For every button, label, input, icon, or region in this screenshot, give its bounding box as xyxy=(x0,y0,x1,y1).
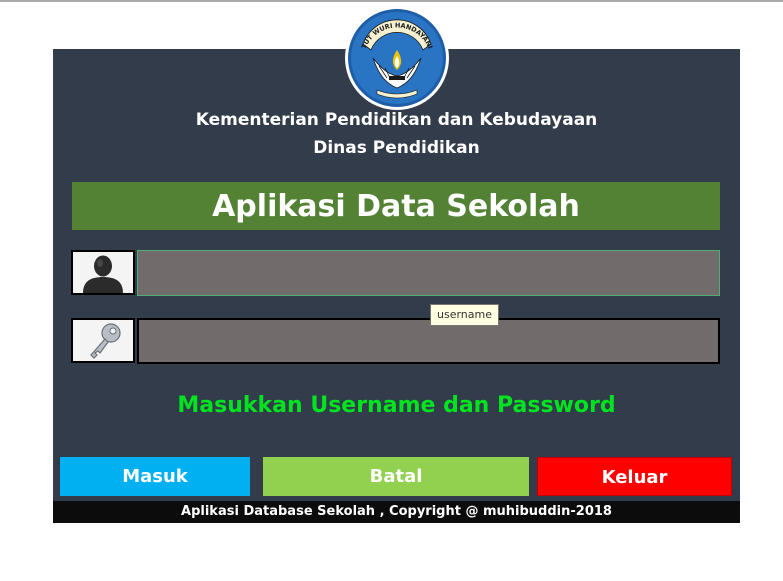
tut-wuri-handayani-logo: TUT WURI HANDAYANI xyxy=(345,6,449,110)
login-prompt: Masukkan Username dan Password xyxy=(177,393,616,418)
username-icon-box xyxy=(71,250,135,295)
key-icon xyxy=(90,322,121,359)
password-icon-box xyxy=(71,318,135,363)
ministry-name: Kementerian Pendidikan dan Kebudayaan xyxy=(195,110,598,130)
department-name: Dinas Pendidikan xyxy=(313,138,480,158)
masuk-button[interactable]: Masuk xyxy=(60,457,250,496)
user-silhouette-icon xyxy=(83,255,123,293)
keluar-button[interactable]: Keluar xyxy=(537,457,732,496)
batal-button[interactable]: Batal xyxy=(263,457,529,496)
username-tooltip: username xyxy=(430,304,499,326)
app-title: Aplikasi Data Sekolah xyxy=(72,182,720,230)
copyright-footer: Aplikasi Database Sekolah , Copyright @ … xyxy=(53,501,740,523)
password-input[interactable] xyxy=(137,318,720,364)
top-border xyxy=(0,0,783,2)
username-input[interactable] xyxy=(137,250,720,296)
